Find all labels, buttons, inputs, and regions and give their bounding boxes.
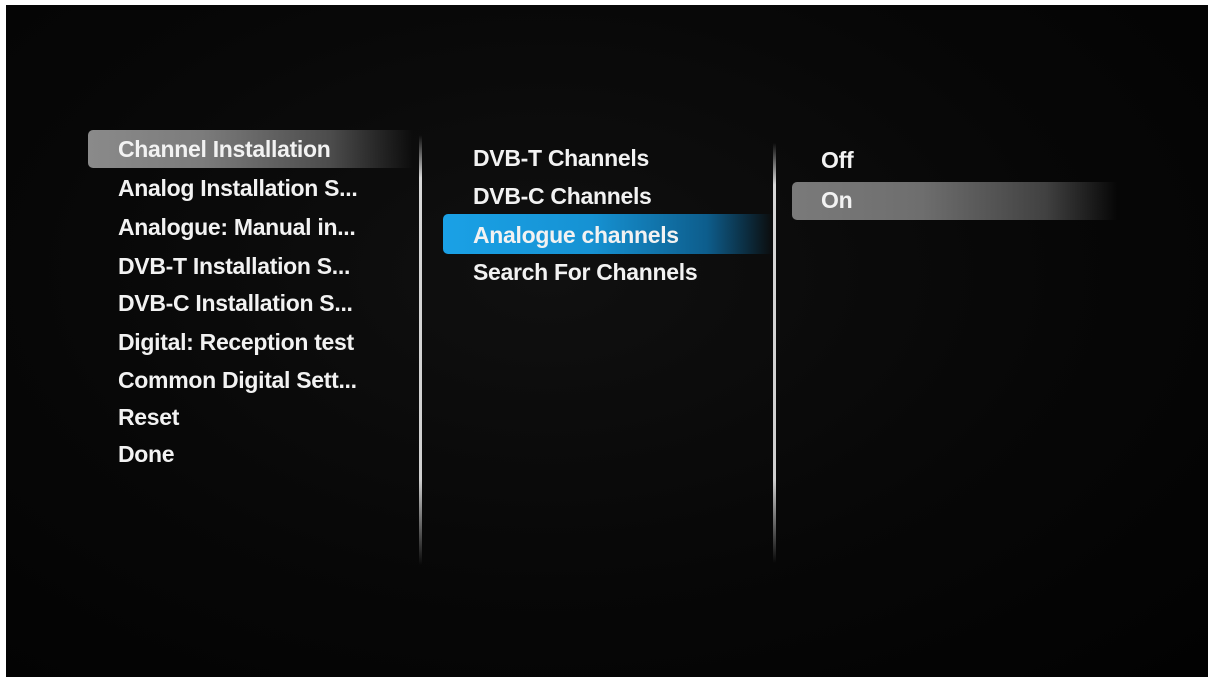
menu-item-common-digital-settings[interactable]: Common Digital Sett... xyxy=(118,362,357,398)
option-off[interactable]: Off xyxy=(821,142,854,178)
menu-item-done[interactable]: Done xyxy=(118,436,175,472)
tv-screen: Channel Installation Analog Installation… xyxy=(6,5,1208,677)
menu-item-reset[interactable]: Reset xyxy=(118,399,179,435)
column-divider-right xyxy=(773,143,776,563)
submenu-item-dvbt-channels[interactable]: DVB-T Channels xyxy=(473,140,649,176)
option-on[interactable]: On xyxy=(821,182,853,218)
menu-item-dvbc-installation-settings[interactable]: DVB-C Installation S... xyxy=(118,285,353,321)
menu-item-analogue-manual-installation[interactable]: Analogue: Manual in... xyxy=(118,209,356,245)
menu-item-digital-reception-test[interactable]: Digital: Reception test xyxy=(118,324,354,360)
column-divider-left xyxy=(419,135,422,565)
submenu-item-search-for-channels[interactable]: Search For Channels xyxy=(473,254,698,290)
menu-item-dvbt-installation-settings[interactable]: DVB-T Installation S... xyxy=(118,248,350,284)
menu-item-analog-installation-settings[interactable]: Analog Installation S... xyxy=(118,170,358,206)
menu-item-channel-installation[interactable]: Channel Installation xyxy=(118,131,331,167)
submenu-item-dvbc-channels[interactable]: DVB-C Channels xyxy=(473,178,652,214)
submenu-item-analogue-channels[interactable]: Analogue channels xyxy=(473,217,679,253)
